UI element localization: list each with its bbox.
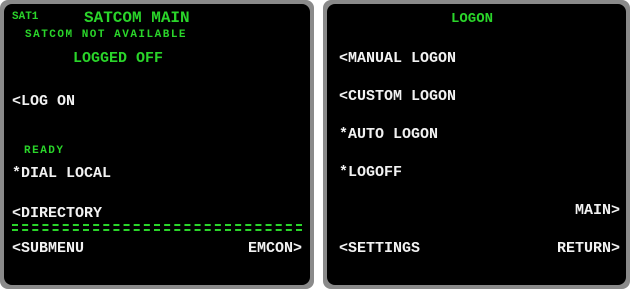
dashed-divider (12, 224, 302, 226)
sat-id-label: SAT1 (12, 11, 39, 23)
manual-logon-button[interactable]: <MANUAL LOGON (339, 51, 456, 66)
page-title: SATCOM MAIN (84, 9, 190, 27)
settings-button[interactable]: <SETTINGS (339, 241, 420, 256)
emcon-button[interactable]: EMCON> (248, 241, 302, 256)
logon-screen: LOGON <MANUAL LOGON <CUSTOM LOGON *AUTO … (327, 4, 626, 285)
dashed-divider-lower (12, 229, 302, 231)
ready-label: READY (24, 145, 65, 157)
custom-logon-button[interactable]: <CUSTOM LOGON (339, 89, 456, 104)
main-button[interactable]: MAIN> (575, 203, 620, 218)
logon-display: LOGON <MANUAL LOGON <CUSTOM LOGON *AUTO … (323, 0, 630, 289)
return-button[interactable]: RETURN> (557, 241, 620, 256)
satcom-main-display: SAT1 SATCOM MAIN SATCOM NOT AVAILABLE LO… (0, 0, 314, 289)
logoff-button[interactable]: *LOGOFF (339, 165, 402, 180)
log-on-button[interactable]: <LOG ON (12, 94, 75, 109)
satcom-status-text: SATCOM NOT AVAILABLE (25, 29, 188, 41)
auto-logon-button[interactable]: *AUTO LOGON (339, 127, 438, 142)
dial-local-button[interactable]: *DIAL LOCAL (12, 166, 111, 181)
directory-button[interactable]: <DIRECTORY (12, 206, 102, 221)
satcom-main-screen: SAT1 SATCOM MAIN SATCOM NOT AVAILABLE LO… (4, 4, 310, 285)
submenu-button[interactable]: <SUBMENU (12, 241, 84, 256)
logon-title: LOGON (451, 11, 494, 27)
logon-state-text: LOGGED OFF (73, 50, 164, 67)
